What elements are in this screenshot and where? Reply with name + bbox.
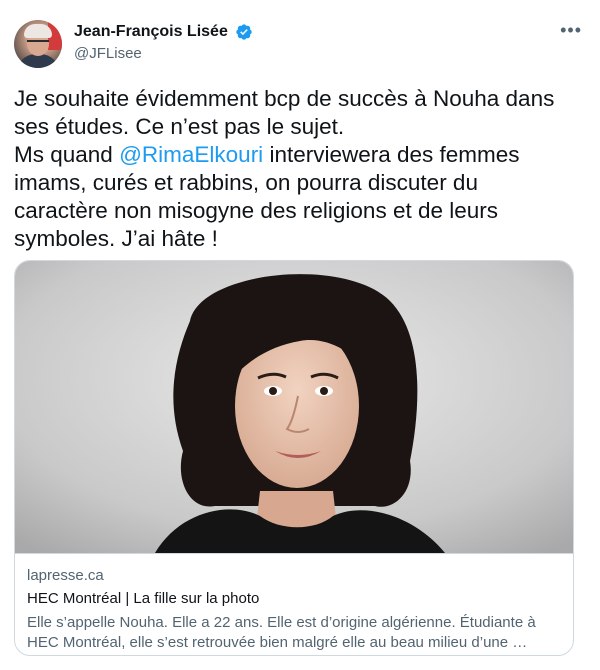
- author-handle[interactable]: @JFLisee: [74, 44, 253, 64]
- card-title[interactable]: HEC Montréal | La fille sur la photo: [27, 589, 562, 609]
- avatar[interactable]: [14, 20, 62, 68]
- card-domain: lapresse.ca: [27, 567, 104, 584]
- avatar-suit: [16, 54, 60, 68]
- more-horizontal-icon[interactable]: •••: [560, 21, 582, 39]
- link-card[interactable]: lapresse.ca HEC Montréal | La fille sur …: [14, 260, 574, 656]
- avatar-glasses: [27, 40, 49, 47]
- card-description: Elle s’appelle Nouha. Elle a 22 ans. Ell…: [27, 614, 536, 651]
- author-info: Jean-François Lisée @JFLisee: [74, 22, 253, 64]
- tweet: Jean-François Lisée @JFLisee ••• Je souh…: [0, 0, 600, 670]
- tweet-header: Jean-François Lisée @JFLisee •••: [14, 20, 586, 72]
- tweet-text: Je souhaite évidemment bcp de succès à N…: [14, 85, 586, 253]
- author-display-name[interactable]: Jean-François Lisée: [74, 22, 228, 42]
- card-meta: lapresse.ca HEC Montréal | La fille sur …: [27, 566, 562, 653]
- mention-link[interactable]: @RimaElkouri: [119, 142, 263, 167]
- avatar-hair: [24, 24, 52, 38]
- card-image[interactable]: [15, 261, 573, 554]
- verified-badge-icon: [236, 24, 252, 40]
